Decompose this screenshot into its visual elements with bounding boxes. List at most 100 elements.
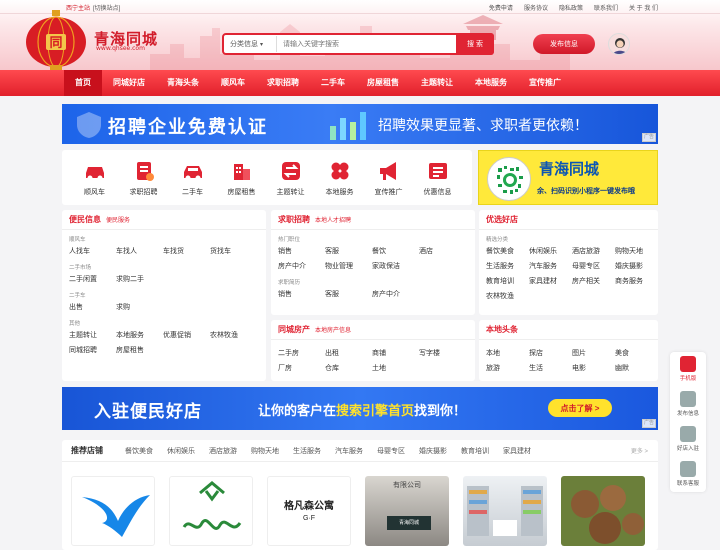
- top-link[interactable]: 服务协议: [524, 3, 548, 12]
- section-link[interactable]: 汽车服务: [529, 260, 572, 273]
- top-link[interactable]: 联系我们: [594, 3, 618, 12]
- quick-item-clover[interactable]: 本地服务: [315, 156, 364, 199]
- section-link[interactable]: 农林牧渔: [210, 329, 257, 342]
- section-link[interactable]: 主题转让: [69, 329, 116, 342]
- quick-item-ticket[interactable]: 优惠信息: [413, 156, 462, 199]
- section-link[interactable]: 出售: [69, 301, 116, 314]
- sidebar-item-3[interactable]: 联系客服: [670, 457, 706, 492]
- section-link[interactable]: 销售: [278, 245, 325, 258]
- section-link[interactable]: 农林牧渔: [486, 290, 533, 303]
- sidebar-item-0[interactable]: 手机版: [670, 352, 706, 387]
- shop-thumb-apartment[interactable]: 格凡森公寓 G·F: [267, 476, 351, 546]
- section-link[interactable]: 商铺: [372, 347, 419, 360]
- section-link[interactable]: 厂房: [278, 362, 325, 375]
- section-link[interactable]: 美食: [615, 347, 658, 360]
- section-link[interactable]: 母婴专区: [572, 260, 615, 273]
- nav-item[interactable]: 顺风车: [210, 70, 256, 96]
- section-link[interactable]: 房产中介: [372, 288, 419, 301]
- section-link[interactable]: 家具建材: [529, 275, 572, 288]
- quick-item-transfer[interactable]: 主题转让: [266, 156, 315, 199]
- section-link[interactable]: 车找货: [163, 245, 210, 258]
- shop-category-tab[interactable]: 酒店旅游: [209, 446, 237, 456]
- avatar[interactable]: [608, 33, 630, 55]
- section-link[interactable]: 电影: [572, 362, 615, 375]
- section-link[interactable]: 休闲娱乐: [529, 245, 572, 258]
- section-link[interactable]: 酒店旅游: [572, 245, 615, 258]
- section-link[interactable]: 探店: [529, 347, 572, 360]
- search-button[interactable]: 搜 索: [456, 33, 494, 55]
- section-link[interactable]: 求购二手: [116, 273, 163, 286]
- shop-category-tab[interactable]: 休闲娱乐: [167, 446, 195, 456]
- search-input[interactable]: [276, 36, 456, 52]
- quick-item-megaphone[interactable]: 宣传推广: [364, 156, 413, 199]
- shop-thumb-store[interactable]: [463, 476, 547, 546]
- section-link[interactable]: 本地: [486, 347, 529, 360]
- section-link[interactable]: 图片: [572, 347, 615, 360]
- quick-item-building[interactable]: 房屋租售: [217, 156, 266, 199]
- nav-item[interactable]: 宣传推广: [518, 70, 572, 96]
- shop-category-tab[interactable]: 教育培训: [461, 446, 489, 456]
- nav-item[interactable]: 青海头条: [156, 70, 210, 96]
- shops-more-link[interactable]: 更多 >: [631, 446, 648, 455]
- section-link[interactable]: 客服: [325, 245, 372, 258]
- section-link[interactable]: 出租: [325, 347, 372, 360]
- nav-item[interactable]: 求职招聘: [256, 70, 310, 96]
- sidebar-item-2[interactable]: 好店入驻: [670, 422, 706, 457]
- learn-more-button[interactable]: 点击了解 >: [548, 399, 612, 417]
- section-link[interactable]: 餐饮美食: [486, 245, 529, 258]
- section-link[interactable]: 人找车: [69, 245, 116, 258]
- section-link[interactable]: 房产中介: [278, 260, 325, 273]
- section-link[interactable]: 土地: [372, 362, 419, 375]
- section-link[interactable]: 购物天地: [615, 245, 658, 258]
- banner-recruit[interactable]: 招聘企业免费认证 招聘效果更显著、求职者更依赖！ 广告: [62, 104, 658, 144]
- section-link[interactable]: 销售: [278, 288, 325, 301]
- section-title-text[interactable]: 同城房产: [278, 325, 310, 334]
- quick-item-car[interactable]: 顺风车: [70, 156, 119, 199]
- quick-item-resume[interactable]: 求职招聘: [119, 156, 168, 199]
- nav-item[interactable]: 同城好店: [102, 70, 156, 96]
- section-link[interactable]: 车找人: [116, 245, 163, 258]
- section-title-text[interactable]: 便民信息: [69, 215, 101, 224]
- shop-category-tab[interactable]: 生活服务: [293, 446, 321, 456]
- shop-category-tab[interactable]: 家具建材: [503, 446, 531, 456]
- top-link[interactable]: 免费申请: [489, 3, 513, 12]
- nav-item[interactable]: 房屋租售: [356, 70, 410, 96]
- section-link[interactable]: 教育培训: [486, 275, 529, 288]
- banner-store[interactable]: 入驻便民好店 让你的客户在搜索引擎首页找到你！ 点击了解 > 广告: [62, 387, 658, 430]
- section-link[interactable]: 酒店: [419, 245, 466, 258]
- section-link[interactable]: 写字楼: [419, 347, 466, 360]
- section-link[interactable]: 商务服务: [615, 275, 658, 288]
- quick-item-used-car[interactable]: 二手车: [168, 156, 217, 199]
- shop-category-tab[interactable]: 汽车服务: [335, 446, 363, 456]
- section-title-text[interactable]: 优选好店: [486, 215, 518, 224]
- shop-thumb-office[interactable]: 有限公司 青海同城: [365, 476, 449, 546]
- top-link[interactable]: 隐私政策: [559, 3, 583, 12]
- section-title-text[interactable]: 求职招聘: [278, 215, 310, 224]
- section-link[interactable]: 货找车: [210, 245, 257, 258]
- shop-category-tab[interactable]: 母婴专区: [377, 446, 405, 456]
- shop-thumb-calligraphy[interactable]: [169, 476, 253, 546]
- section-title-text[interactable]: 本地头条: [486, 325, 518, 334]
- site-logo[interactable]: 青海同城 www.qhsee.com: [94, 28, 158, 52]
- section-link[interactable]: 房产相关: [572, 275, 615, 288]
- section-link[interactable]: 旅游: [486, 362, 529, 375]
- section-link[interactable]: 生活服务: [486, 260, 529, 273]
- section-link[interactable]: 本地服务: [116, 329, 163, 342]
- section-link[interactable]: 同城招聘: [69, 344, 116, 357]
- section-link[interactable]: 客服: [325, 288, 372, 301]
- section-link[interactable]: 仓库: [325, 362, 372, 375]
- top-link[interactable]: 关 于 我 们: [629, 3, 658, 12]
- nav-item[interactable]: 主题转让: [410, 70, 464, 96]
- section-link[interactable]: 幽默: [615, 362, 658, 375]
- section-link[interactable]: 优惠促销: [163, 329, 210, 342]
- section-link[interactable]: 二手闲置: [69, 273, 116, 286]
- shop-category-tab[interactable]: 购物天地: [251, 446, 279, 456]
- qr-promo[interactable]: 青海同城 余、扫码识别小程序一键发布哦: [478, 150, 658, 205]
- nav-item[interactable]: 本地服务: [464, 70, 518, 96]
- section-link[interactable]: 二手房: [278, 347, 325, 360]
- shop-category-tab[interactable]: 餐饮美食: [125, 446, 153, 456]
- nav-item[interactable]: 二手车: [310, 70, 356, 96]
- section-link[interactable]: 家政保洁: [372, 260, 419, 273]
- section-link[interactable]: 生活: [529, 362, 572, 375]
- shop-thumb-fruit[interactable]: [561, 476, 645, 546]
